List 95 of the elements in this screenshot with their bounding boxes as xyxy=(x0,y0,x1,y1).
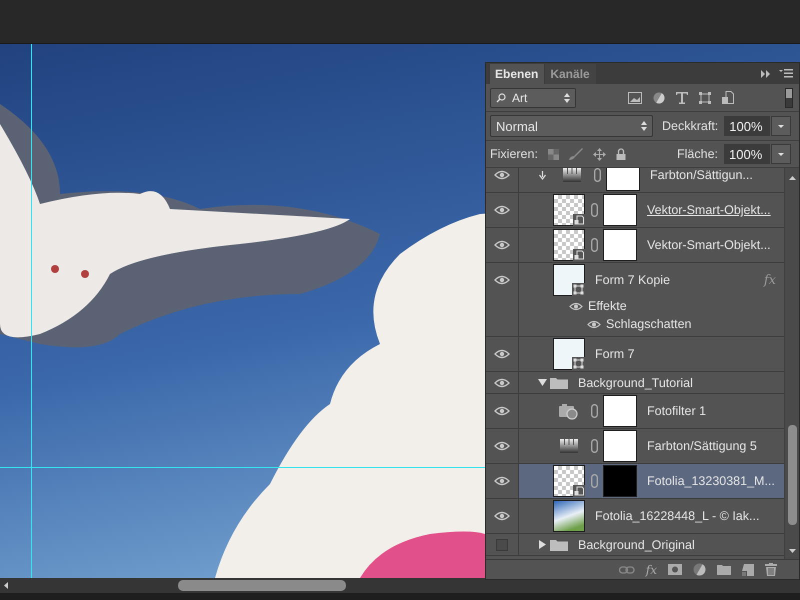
shape-icon xyxy=(572,283,585,296)
layer-name: Vektor-Smart-Objekt... xyxy=(647,238,771,252)
tab[interactable]: Kanäle xyxy=(545,64,596,84)
eye-icon[interactable] xyxy=(494,511,510,521)
caret-icon xyxy=(778,124,784,128)
lock-icon[interactable] xyxy=(616,148,626,160)
scrollbar-thumb[interactable] xyxy=(788,425,796,525)
add-style-button[interactable]: fx xyxy=(646,562,657,576)
eye-icon[interactable] xyxy=(494,170,510,180)
layer-row[interactable]: Farbton/Sättigung 5 xyxy=(486,429,784,464)
layer-row[interactable]: Vektor-Smart-Objekt... xyxy=(486,193,784,228)
effect-name: Schlagschatten xyxy=(606,317,692,331)
fx-label: fx xyxy=(764,272,776,288)
eye-icon[interactable] xyxy=(587,320,601,328)
eye-icon[interactable] xyxy=(494,275,510,285)
expand-arrow-icon[interactable] xyxy=(538,540,547,549)
type-icon[interactable] xyxy=(676,92,688,104)
smart-object-icon xyxy=(573,214,585,226)
layer-row[interactable]: Form 7 xyxy=(486,337,784,372)
scroll-up-arrow-icon[interactable] xyxy=(788,176,796,180)
layer-name: Background_Original xyxy=(578,538,695,552)
folder-icon xyxy=(550,376,568,389)
eye-icon[interactable] xyxy=(494,349,510,359)
menu-icon[interactable] xyxy=(779,69,793,78)
chain-icon xyxy=(591,474,598,488)
eye-icon[interactable] xyxy=(494,441,510,451)
filter-toggle-icon[interactable] xyxy=(785,88,793,108)
folder-icon[interactable] xyxy=(717,564,731,575)
chain-icon xyxy=(591,203,598,217)
transform-icon[interactable] xyxy=(699,92,711,104)
lock-label: Fixieren: xyxy=(490,147,538,161)
hue-saturation-icon xyxy=(560,439,578,453)
layer-row[interactable]: Form 7 Kopie fx Effekte Schlagschatten xyxy=(486,263,784,337)
layer-row[interactable]: Vektor-Smart-Objekt... xyxy=(486,228,784,263)
trash-icon[interactable] xyxy=(765,563,777,576)
opacity-dropdown-button[interactable] xyxy=(771,116,792,136)
eye-icon[interactable] xyxy=(494,476,510,486)
layer-row[interactable]: Fotolia_13230381_M... xyxy=(486,464,784,499)
chain-icon xyxy=(594,168,601,182)
fill-label: Fläche: xyxy=(677,147,718,161)
layer-name: Fotofilter 1 xyxy=(647,404,706,418)
tab[interactable]: Ebenen xyxy=(490,64,544,84)
up-down-icon xyxy=(564,92,570,102)
scroll-down-arrow-icon[interactable] xyxy=(788,549,796,553)
fill-dropdown-button[interactable] xyxy=(771,144,791,164)
layer-name: Background_Tutorial xyxy=(578,376,693,390)
blend-mode-dropdown[interactable]: Normal xyxy=(490,115,653,137)
shape-icon xyxy=(572,357,585,370)
chain-icon xyxy=(591,238,598,252)
smart-object-icon xyxy=(573,485,585,497)
new-layer-icon[interactable] xyxy=(742,564,754,576)
folder-icon xyxy=(550,538,568,551)
photo-filter-icon xyxy=(559,402,579,420)
layer-name: Fotolia_13230381_M... xyxy=(647,474,775,488)
filter-value: Art xyxy=(512,90,528,104)
effect-name: Effekte xyxy=(588,299,627,313)
double-arrow-icon[interactable] xyxy=(761,70,771,78)
search-icon xyxy=(496,92,506,102)
blend-mode-value: Normal xyxy=(496,118,539,134)
chain-icon xyxy=(591,439,598,453)
scrollbar-thumb[interactable] xyxy=(178,580,346,591)
checkerboard-icon[interactable] xyxy=(548,148,559,160)
layer-row[interactable]: Fotofilter 1 xyxy=(486,394,784,429)
eye-icon[interactable] xyxy=(494,406,510,416)
half-circle-icon[interactable] xyxy=(693,563,706,576)
mask-icon[interactable] xyxy=(668,564,682,575)
up-down-icon xyxy=(641,121,647,131)
caret-icon xyxy=(778,152,784,156)
filter-dropdown[interactable]: Art xyxy=(490,88,576,108)
half-circle-icon[interactable] xyxy=(653,92,665,104)
opacity-field[interactable]: 100% xyxy=(724,116,770,136)
expand-arrow-icon[interactable] xyxy=(538,378,547,387)
layer-row[interactable]: Farbton/Sättigun... xyxy=(486,168,784,193)
layer-row[interactable]: Fotolia_16228448_L - © Iak... xyxy=(486,499,784,534)
layer-name: Farbton/Sättigun... xyxy=(650,168,753,182)
opacity-label: Deckkraft: xyxy=(662,119,718,133)
layer-name: Form 7 xyxy=(595,347,635,361)
layer-row[interactable]: Background_Original xyxy=(486,534,784,556)
layer-name: Farbton/Sättigung 5 xyxy=(647,439,757,453)
smart-object-icon xyxy=(573,249,585,261)
layer-name: Vektor-Smart-Objekt... xyxy=(647,203,771,217)
eye-icon[interactable] xyxy=(494,378,510,388)
layer-name: Form 7 Kopie xyxy=(595,273,670,287)
eye-icon[interactable] xyxy=(494,240,510,250)
layer-row[interactable]: Background_Tutorial xyxy=(486,372,784,394)
move-icon[interactable] xyxy=(592,148,606,160)
eye-icon[interactable] xyxy=(569,302,583,310)
eye-icon[interactable] xyxy=(494,205,510,215)
layer-name: Fotolia_16228448_L - © Iak... xyxy=(595,509,760,523)
scroll-left-arrow-icon[interactable] xyxy=(4,582,8,589)
smart-object-icon[interactable] xyxy=(722,91,734,104)
hue-saturation-icon xyxy=(563,168,581,182)
chain-icon xyxy=(591,404,598,418)
fill-field[interactable]: 100% xyxy=(724,144,770,164)
image-filter-icon[interactable] xyxy=(628,92,642,104)
